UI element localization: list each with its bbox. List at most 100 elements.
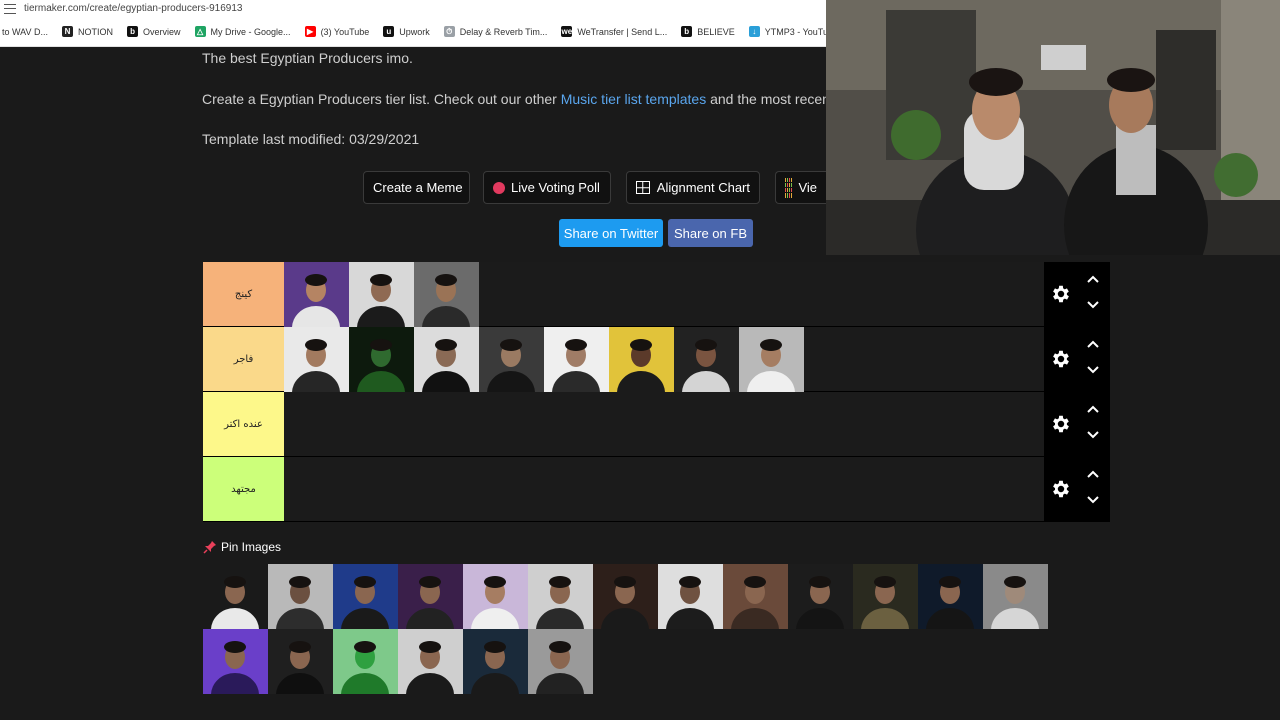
bookmark-label: YTMP3 - YouTube t... <box>764 26 826 37</box>
producer-image-tile[interactable] <box>398 564 463 629</box>
pin-images-toggle[interactable]: Pin Images <box>203 540 281 554</box>
chevron-up-icon[interactable] <box>1086 339 1100 349</box>
music-templates-link[interactable]: Music tier list templates <box>561 91 706 107</box>
producer-image-tile[interactable] <box>349 327 414 392</box>
producer-image-tile[interactable] <box>268 629 333 694</box>
tier-controls <box>1044 327 1110 391</box>
producer-photo <box>268 564 333 629</box>
producer-image-tile[interactable] <box>333 564 398 629</box>
producer-image-tile[interactable] <box>398 629 463 694</box>
bookmark-item[interactable]: b Overview <box>127 26 181 37</box>
producer-image-tile[interactable] <box>284 262 349 327</box>
pin-images-label: Pin Images <box>221 540 282 554</box>
bookmark-item[interactable]: to WAV D... <box>2 27 48 37</box>
producer-image-tile[interactable] <box>609 327 674 392</box>
chevron-up-icon[interactable] <box>1086 274 1100 284</box>
create-meme-button[interactable]: Create a Meme <box>363 171 470 204</box>
producer-image-tile[interactable] <box>983 564 1048 629</box>
gear-icon[interactable] <box>1050 478 1072 500</box>
producer-image-tile[interactable] <box>203 629 268 694</box>
bookmarks-bar: to WAV D... N NOTION b Overview △ My Drive - G… <box>0 17 826 47</box>
producer-image-tile[interactable] <box>528 564 593 629</box>
producer-image-tile[interactable] <box>479 327 544 392</box>
chevron-down-icon[interactable] <box>1086 365 1100 375</box>
share-twitter-button[interactable]: Share on Twitter <box>559 219 663 247</box>
producer-image-tile[interactable] <box>674 327 739 392</box>
tier-row: فاجر <box>203 327 1110 392</box>
tier-label[interactable]: عنده اكتر <box>203 392 284 456</box>
producer-photo <box>284 327 349 392</box>
producer-image-tile[interactable] <box>268 564 333 629</box>
tier-label[interactable]: مجتهد <box>203 457 284 521</box>
chevron-up-icon[interactable] <box>1086 469 1100 479</box>
b-icon: b <box>127 26 139 37</box>
view-button[interactable]: Vie <box>775 171 826 204</box>
create-suffix: and the most recent <box>706 91 834 107</box>
chevron-down-icon[interactable] <box>1086 430 1100 440</box>
producer-image-tile[interactable] <box>284 327 349 392</box>
live-voting-poll-label: Live Voting Poll <box>511 180 600 195</box>
producer-photo <box>739 327 804 392</box>
bookmark-item[interactable]: ▶ (3) YouTube <box>304 26 369 37</box>
chevron-down-icon[interactable] <box>1086 300 1100 310</box>
producer-image-tile[interactable] <box>333 629 398 694</box>
bookmark-label: BELIEVE <box>697 26 735 37</box>
producer-photo <box>528 629 593 694</box>
producer-photo <box>983 564 1048 629</box>
b-icon: b <box>681 26 693 37</box>
producer-photo <box>333 564 398 629</box>
bookmark-item[interactable]: ↓ YTMP3 - YouTube t... <box>748 26 826 37</box>
producer-image-tile[interactable] <box>463 629 528 694</box>
producer-image-tile[interactable] <box>544 327 609 392</box>
youtube-icon: ▶ <box>304 26 316 37</box>
gear-icon[interactable] <box>1050 413 1072 435</box>
bookmark-item[interactable]: b BELIEVE <box>681 26 735 37</box>
address-bar[interactable]: tiermaker.com/create/egyptian-producers-… <box>0 0 826 17</box>
alignment-chart-button[interactable]: Alignment Chart <box>626 171 760 204</box>
site-settings-icon[interactable] <box>4 3 16 14</box>
tier-label[interactable]: فاجر <box>203 327 284 391</box>
ytmp3-icon: ↓ <box>748 26 760 37</box>
producer-image-tile[interactable] <box>723 564 788 629</box>
producer-image-tile[interactable] <box>853 564 918 629</box>
chevron-up-icon[interactable] <box>1086 404 1100 414</box>
tier-controls <box>1044 262 1110 326</box>
producer-photo <box>463 629 528 694</box>
producer-image-tile[interactable] <box>528 629 593 694</box>
producer-image-tile[interactable] <box>739 327 804 392</box>
bookmark-item[interactable]: u Upwork <box>383 26 430 37</box>
share-facebook-button[interactable]: Share on FB <box>668 219 753 247</box>
bookmark-item[interactable]: N NOTION <box>62 26 113 37</box>
bookmark-item[interactable]: △ My Drive - Google... <box>194 26 291 37</box>
producer-photo <box>463 564 528 629</box>
tier-controls <box>1044 392 1110 456</box>
producer-image-tile[interactable] <box>414 262 479 327</box>
gear-icon[interactable] <box>1050 348 1072 370</box>
tier-items <box>284 262 479 327</box>
producer-image-tile[interactable] <box>463 564 528 629</box>
producer-image-tile[interactable] <box>593 564 658 629</box>
share-twitter-label: Share on Twitter <box>563 225 659 241</box>
bookmark-label: to WAV D... <box>2 26 49 37</box>
live-voting-poll-button[interactable]: Live Voting Poll <box>483 171 611 204</box>
bookmark-item[interactable]: ⏱ Delay & Reverb Tim... <box>443 26 547 37</box>
url-text: tiermaker.com/create/egyptian-producers-… <box>24 3 243 14</box>
bookmark-item[interactable]: we WeTransfer | Send L... <box>561 26 667 37</box>
template-description: The best Egyptian Producers imo. <box>202 50 413 66</box>
tier-label[interactable]: كينج <box>203 262 284 326</box>
producer-image-tile[interactable] <box>414 327 479 392</box>
producer-photo <box>853 564 918 629</box>
producer-photo <box>349 327 414 392</box>
alignment-chart-label: Alignment Chart <box>656 180 750 195</box>
producer-image-tile[interactable] <box>203 564 268 629</box>
producer-image-tile[interactable] <box>349 262 414 327</box>
producer-image-tile[interactable] <box>658 564 723 629</box>
chevron-down-icon[interactable] <box>1086 495 1100 505</box>
producer-image-tile[interactable] <box>788 564 853 629</box>
bookmark-label: Overview <box>143 26 181 37</box>
producer-image-tile[interactable] <box>918 564 983 629</box>
gear-icon[interactable] <box>1050 283 1072 305</box>
pushpin-icon <box>203 541 216 554</box>
producer-photo <box>398 629 463 694</box>
image-pool <box>203 564 1110 694</box>
